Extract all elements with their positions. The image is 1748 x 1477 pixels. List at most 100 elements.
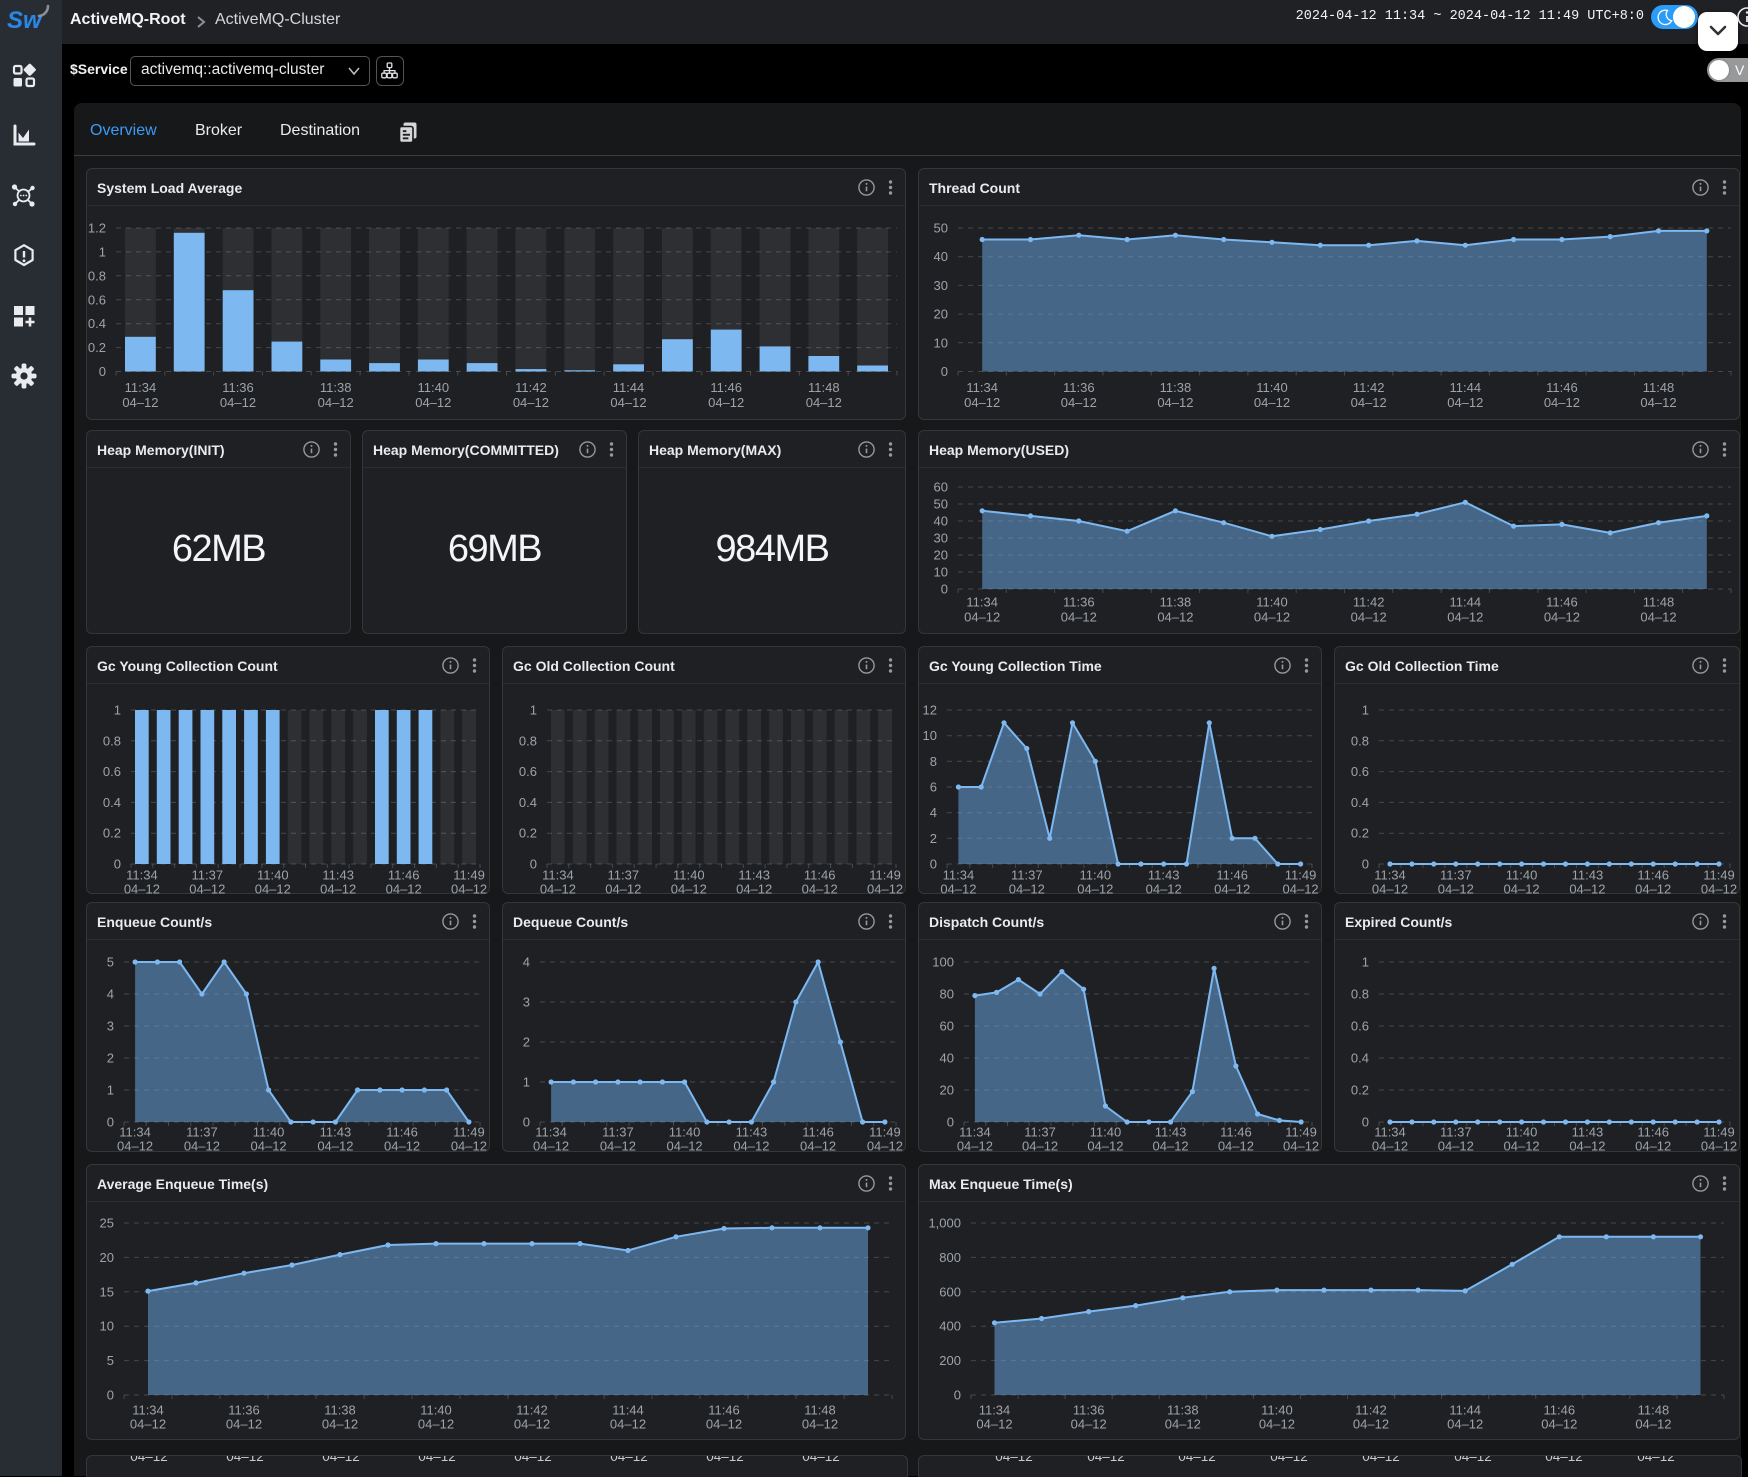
svg-text:11:48: 11:48 <box>1643 595 1675 610</box>
svg-text:04–12: 04–12 <box>802 882 838 897</box>
svg-text:11:40: 11:40 <box>673 868 705 883</box>
svg-text:11:38: 11:38 <box>324 1403 356 1418</box>
svg-text:11:42: 11:42 <box>515 380 547 395</box>
svg-text:04–12: 04–12 <box>867 1139 903 1154</box>
svg-text:4: 4 <box>107 987 114 1002</box>
svg-text:04–12: 04–12 <box>1061 610 1097 625</box>
svg-text:0.4: 0.4 <box>1351 1051 1369 1066</box>
svg-text:3: 3 <box>523 995 530 1010</box>
svg-text:11:44: 11:44 <box>1449 1403 1481 1418</box>
svg-text:1: 1 <box>99 244 106 259</box>
svg-text:11:38: 11:38 <box>1167 1403 1199 1418</box>
svg-text:11:38: 11:38 <box>320 380 352 395</box>
svg-text:12: 12 <box>923 703 937 718</box>
svg-text:04–12: 04–12 <box>706 1417 742 1432</box>
svg-text:11:43: 11:43 <box>738 868 770 883</box>
svg-text:15: 15 <box>100 1284 114 1299</box>
svg-text:04–12: 04–12 <box>540 882 576 897</box>
svg-text:11:34: 11:34 <box>959 1125 991 1140</box>
svg-text:04–12: 04–12 <box>1504 882 1540 897</box>
svg-text:04–12: 04–12 <box>1438 1139 1474 1154</box>
svg-text:0: 0 <box>1362 1115 1369 1130</box>
svg-text:0.8: 0.8 <box>519 733 537 748</box>
svg-text:0: 0 <box>523 1115 530 1130</box>
svg-text:04–12: 04–12 <box>600 1139 636 1154</box>
svg-text:800: 800 <box>939 1250 961 1265</box>
svg-text:0.2: 0.2 <box>519 826 537 841</box>
svg-text:2: 2 <box>930 831 937 846</box>
svg-text:04–12: 04–12 <box>1640 610 1676 625</box>
svg-text:04–12: 04–12 <box>957 1139 993 1154</box>
svg-text:04–12: 04–12 <box>384 1139 420 1154</box>
svg-text:0.6: 0.6 <box>519 764 537 779</box>
svg-text:04–12: 04–12 <box>940 882 976 897</box>
svg-text:0: 0 <box>954 1388 961 1403</box>
svg-text:04–12: 04–12 <box>1635 882 1671 897</box>
svg-text:11:36: 11:36 <box>1073 1403 1105 1418</box>
svg-text:30: 30 <box>934 278 948 293</box>
svg-text:5: 5 <box>107 955 114 970</box>
svg-text:11:48: 11:48 <box>1643 380 1675 395</box>
svg-text:8: 8 <box>930 754 937 769</box>
svg-text:11:46: 11:46 <box>1544 1403 1576 1418</box>
svg-text:11:34: 11:34 <box>535 1125 567 1140</box>
svg-text:11:40: 11:40 <box>669 1125 701 1140</box>
svg-text:0.4: 0.4 <box>103 795 121 810</box>
svg-text:04–12: 04–12 <box>1372 1139 1408 1154</box>
svg-text:2: 2 <box>107 1051 114 1066</box>
svg-text:30: 30 <box>934 531 948 546</box>
svg-text:0.4: 0.4 <box>519 795 537 810</box>
svg-text:10: 10 <box>934 335 948 350</box>
svg-text:0.2: 0.2 <box>88 340 106 355</box>
svg-text:20: 20 <box>934 307 948 322</box>
svg-text:11:49: 11:49 <box>1703 1125 1735 1140</box>
svg-text:04–12: 04–12 <box>1544 395 1580 410</box>
svg-text:11:40: 11:40 <box>257 868 289 883</box>
svg-text:600: 600 <box>939 1284 961 1299</box>
svg-text:04–12: 04–12 <box>1157 610 1193 625</box>
svg-text:0: 0 <box>941 582 948 597</box>
svg-text:04–12: 04–12 <box>533 1139 569 1154</box>
svg-text:0: 0 <box>114 857 121 872</box>
svg-text:0.8: 0.8 <box>103 733 121 748</box>
svg-text:11:44: 11:44 <box>1450 595 1482 610</box>
svg-text:04–12: 04–12 <box>1438 882 1474 897</box>
svg-text:04–12: 04–12 <box>733 1139 769 1154</box>
svg-text:11:37: 11:37 <box>192 868 224 883</box>
svg-text:04–12: 04–12 <box>867 882 903 897</box>
svg-text:04–12: 04–12 <box>1077 882 1113 897</box>
svg-text:11:34: 11:34 <box>943 868 975 883</box>
svg-text:0.4: 0.4 <box>88 316 106 331</box>
svg-text:04–12: 04–12 <box>610 395 646 410</box>
svg-text:11:46: 11:46 <box>802 1125 834 1140</box>
svg-text:11:34: 11:34 <box>542 868 574 883</box>
svg-text:04–12: 04–12 <box>1569 1139 1605 1154</box>
svg-text:11:38: 11:38 <box>1160 595 1192 610</box>
svg-text:4: 4 <box>523 955 530 970</box>
svg-text:04–12: 04–12 <box>964 395 1000 410</box>
svg-text:04–12: 04–12 <box>1372 882 1408 897</box>
svg-text:04–12: 04–12 <box>1157 395 1193 410</box>
svg-text:11:46: 11:46 <box>1220 1125 1252 1140</box>
svg-text:04–12: 04–12 <box>806 395 842 410</box>
svg-text:11:42: 11:42 <box>1353 595 1385 610</box>
svg-text:11:42: 11:42 <box>1353 380 1385 395</box>
svg-text:04–12: 04–12 <box>255 882 291 897</box>
svg-text:5: 5 <box>107 1353 114 1368</box>
svg-text:11:34: 11:34 <box>966 380 998 395</box>
svg-text:0.2: 0.2 <box>1351 826 1369 841</box>
svg-text:04–12: 04–12 <box>1283 1139 1319 1154</box>
svg-text:10: 10 <box>100 1319 114 1334</box>
svg-text:0: 0 <box>107 1115 114 1130</box>
svg-text:04–12: 04–12 <box>1218 1139 1254 1154</box>
svg-text:04–12: 04–12 <box>117 1139 153 1154</box>
svg-text:11:34: 11:34 <box>126 868 158 883</box>
svg-text:04–12: 04–12 <box>1254 395 1290 410</box>
svg-text:11:43: 11:43 <box>1148 868 1180 883</box>
svg-text:11:49: 11:49 <box>1285 1125 1317 1140</box>
svg-text:3: 3 <box>107 1019 114 1034</box>
svg-text:04–12: 04–12 <box>1009 882 1045 897</box>
svg-text:04–12: 04–12 <box>1061 395 1097 410</box>
svg-text:04–12: 04–12 <box>1635 1139 1671 1154</box>
svg-text:60: 60 <box>940 1019 954 1034</box>
